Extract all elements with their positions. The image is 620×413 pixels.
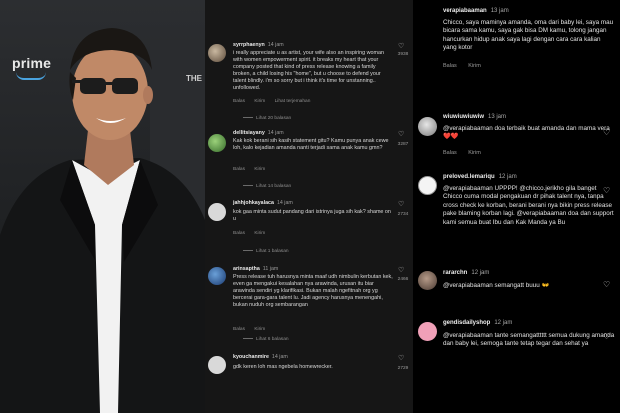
comment-username[interactable]: dellitsiayany 14 jam	[233, 130, 284, 136]
person-photo: prime THE	[0, 0, 205, 413]
comments-panel-left: syrrphaenyn 14 jam i really appreciate u …	[205, 0, 413, 413]
comment-actions: Balas Kirim	[443, 63, 491, 69]
comment-username[interactable]: preloved.lemariqu 12 jam	[443, 174, 517, 180]
like-count: 3287	[397, 142, 409, 147]
comment-actions: Balas Kirim	[233, 327, 273, 332]
see-translation-link[interactable]: Lihat terjemahan	[275, 99, 311, 104]
view-replies-link[interactable]: Lihat 1 balasan	[243, 249, 289, 254]
view-replies-link[interactable]: Lihat 14 balasan	[243, 184, 291, 189]
send-button[interactable]: Kirim	[468, 150, 481, 156]
comment-actions: Balas Kirim	[443, 150, 491, 156]
avatar[interactable]	[208, 44, 226, 62]
comment-text: @verapiabaaman doa terbaik buat amanda d…	[443, 125, 610, 141]
comment-actions: Balas Kirim	[233, 167, 273, 172]
comment-username[interactable]: wiuwiuwiuwiw 13 jam	[443, 114, 506, 120]
send-button[interactable]: Kirim	[254, 99, 265, 104]
avatar[interactable]	[208, 203, 226, 221]
comment-username[interactable]: kyouchanmire 14 jam	[233, 354, 288, 360]
heart-icon[interactable]: ♡	[398, 130, 404, 138]
prime-swoosh-icon	[16, 72, 46, 80]
heart-emoji: ❤️❤️	[443, 133, 459, 141]
comment-actions: Balas Kirim Lihat terjemahan	[233, 99, 318, 104]
comment-text: @verapiabaaman semangatt buuu 👐	[443, 282, 550, 289]
avatar[interactable]	[418, 176, 437, 195]
like-count: 2734	[397, 212, 409, 217]
screenshot-collage: prime THE syrrphaenyn 14 jam i really app…	[0, 0, 620, 413]
avatar[interactable]	[418, 271, 437, 290]
view-replies-link[interactable]: Lihat 20 balasan	[243, 116, 291, 121]
like-count: 2466	[397, 277, 409, 282]
avatar[interactable]	[208, 267, 226, 285]
prime-logo: prime	[12, 55, 52, 71]
send-button[interactable]: Kirim	[254, 327, 265, 332]
avatar[interactable]	[418, 117, 437, 136]
reply-button[interactable]: Balas	[233, 167, 245, 172]
send-button[interactable]: Kirim	[254, 167, 265, 172]
heart-icon[interactable]: ♡	[603, 186, 610, 195]
view-replies-link[interactable]: Lihat 6 balasan	[243, 337, 289, 342]
heart-icon[interactable]: ♡	[603, 280, 610, 289]
reply-button[interactable]: Balas	[233, 99, 245, 104]
like-count: 2729	[397, 366, 409, 371]
reply-button[interactable]: Balas	[443, 63, 457, 69]
send-button[interactable]: Kirim	[254, 231, 265, 236]
heart-icon[interactable]: ♡	[398, 200, 404, 208]
comment-username[interactable]: arinsaptha 11 jam	[233, 266, 278, 272]
avatar[interactable]	[418, 322, 437, 341]
avatar[interactable]	[208, 134, 226, 152]
heart-icon[interactable]: ♡	[603, 332, 610, 341]
comment-username[interactable]: syrrphaenyn 14 jam	[233, 42, 284, 48]
comment-username[interactable]: jahhjohkayalaca 14 jam	[233, 200, 293, 206]
comment-username[interactable]: rararchn 12 jam	[443, 270, 489, 276]
heart-icon[interactable]: ♡	[398, 42, 404, 50]
comment-text: Chicco, saya maminya amanda, oma dari ba…	[443, 19, 614, 52]
comment-text: Press release tuh harusnya minta maaf ud…	[233, 274, 393, 309]
comment-username[interactable]: verapiabaaman 13 jam	[443, 8, 509, 14]
like-count: 3938	[397, 52, 409, 57]
comment-text: @verapiabaaman UPPPP! @chicco.jerikho gi…	[443, 185, 614, 226]
comments-panel-right: verapiabaaman 13 jam Chicco, saya maminya…	[413, 0, 620, 413]
heart-icon[interactable]: ♡	[603, 128, 610, 137]
hands-emoji: 👐	[541, 282, 550, 289]
heart-icon[interactable]: ♡	[398, 354, 404, 362]
send-button[interactable]: Kirim	[468, 63, 481, 69]
comment-actions: Balas Kirim	[233, 231, 273, 236]
reply-button[interactable]: Balas	[443, 150, 457, 156]
comment-username[interactable]: gendisdailyshop 12 jam	[443, 320, 512, 326]
backdrop-text: THE	[186, 74, 202, 83]
comment-text: kok gaa minta sudut pandang dari istriny…	[233, 209, 391, 223]
reply-button[interactable]: Balas	[233, 327, 245, 332]
avatar[interactable]	[208, 356, 226, 374]
heart-icon[interactable]: ♡	[398, 266, 404, 274]
reply-button[interactable]: Balas	[233, 231, 245, 236]
comment-text: @verapiabaaman tante semangatttttt semua…	[443, 332, 615, 348]
comment-text: gdk keren loh mas ngebela homewrecker.	[233, 364, 333, 370]
comment-text: Kak kok berani sih kasih statement gitu?…	[233, 138, 389, 152]
comment-text: i really appreciate u as artist, your wi…	[233, 50, 385, 92]
